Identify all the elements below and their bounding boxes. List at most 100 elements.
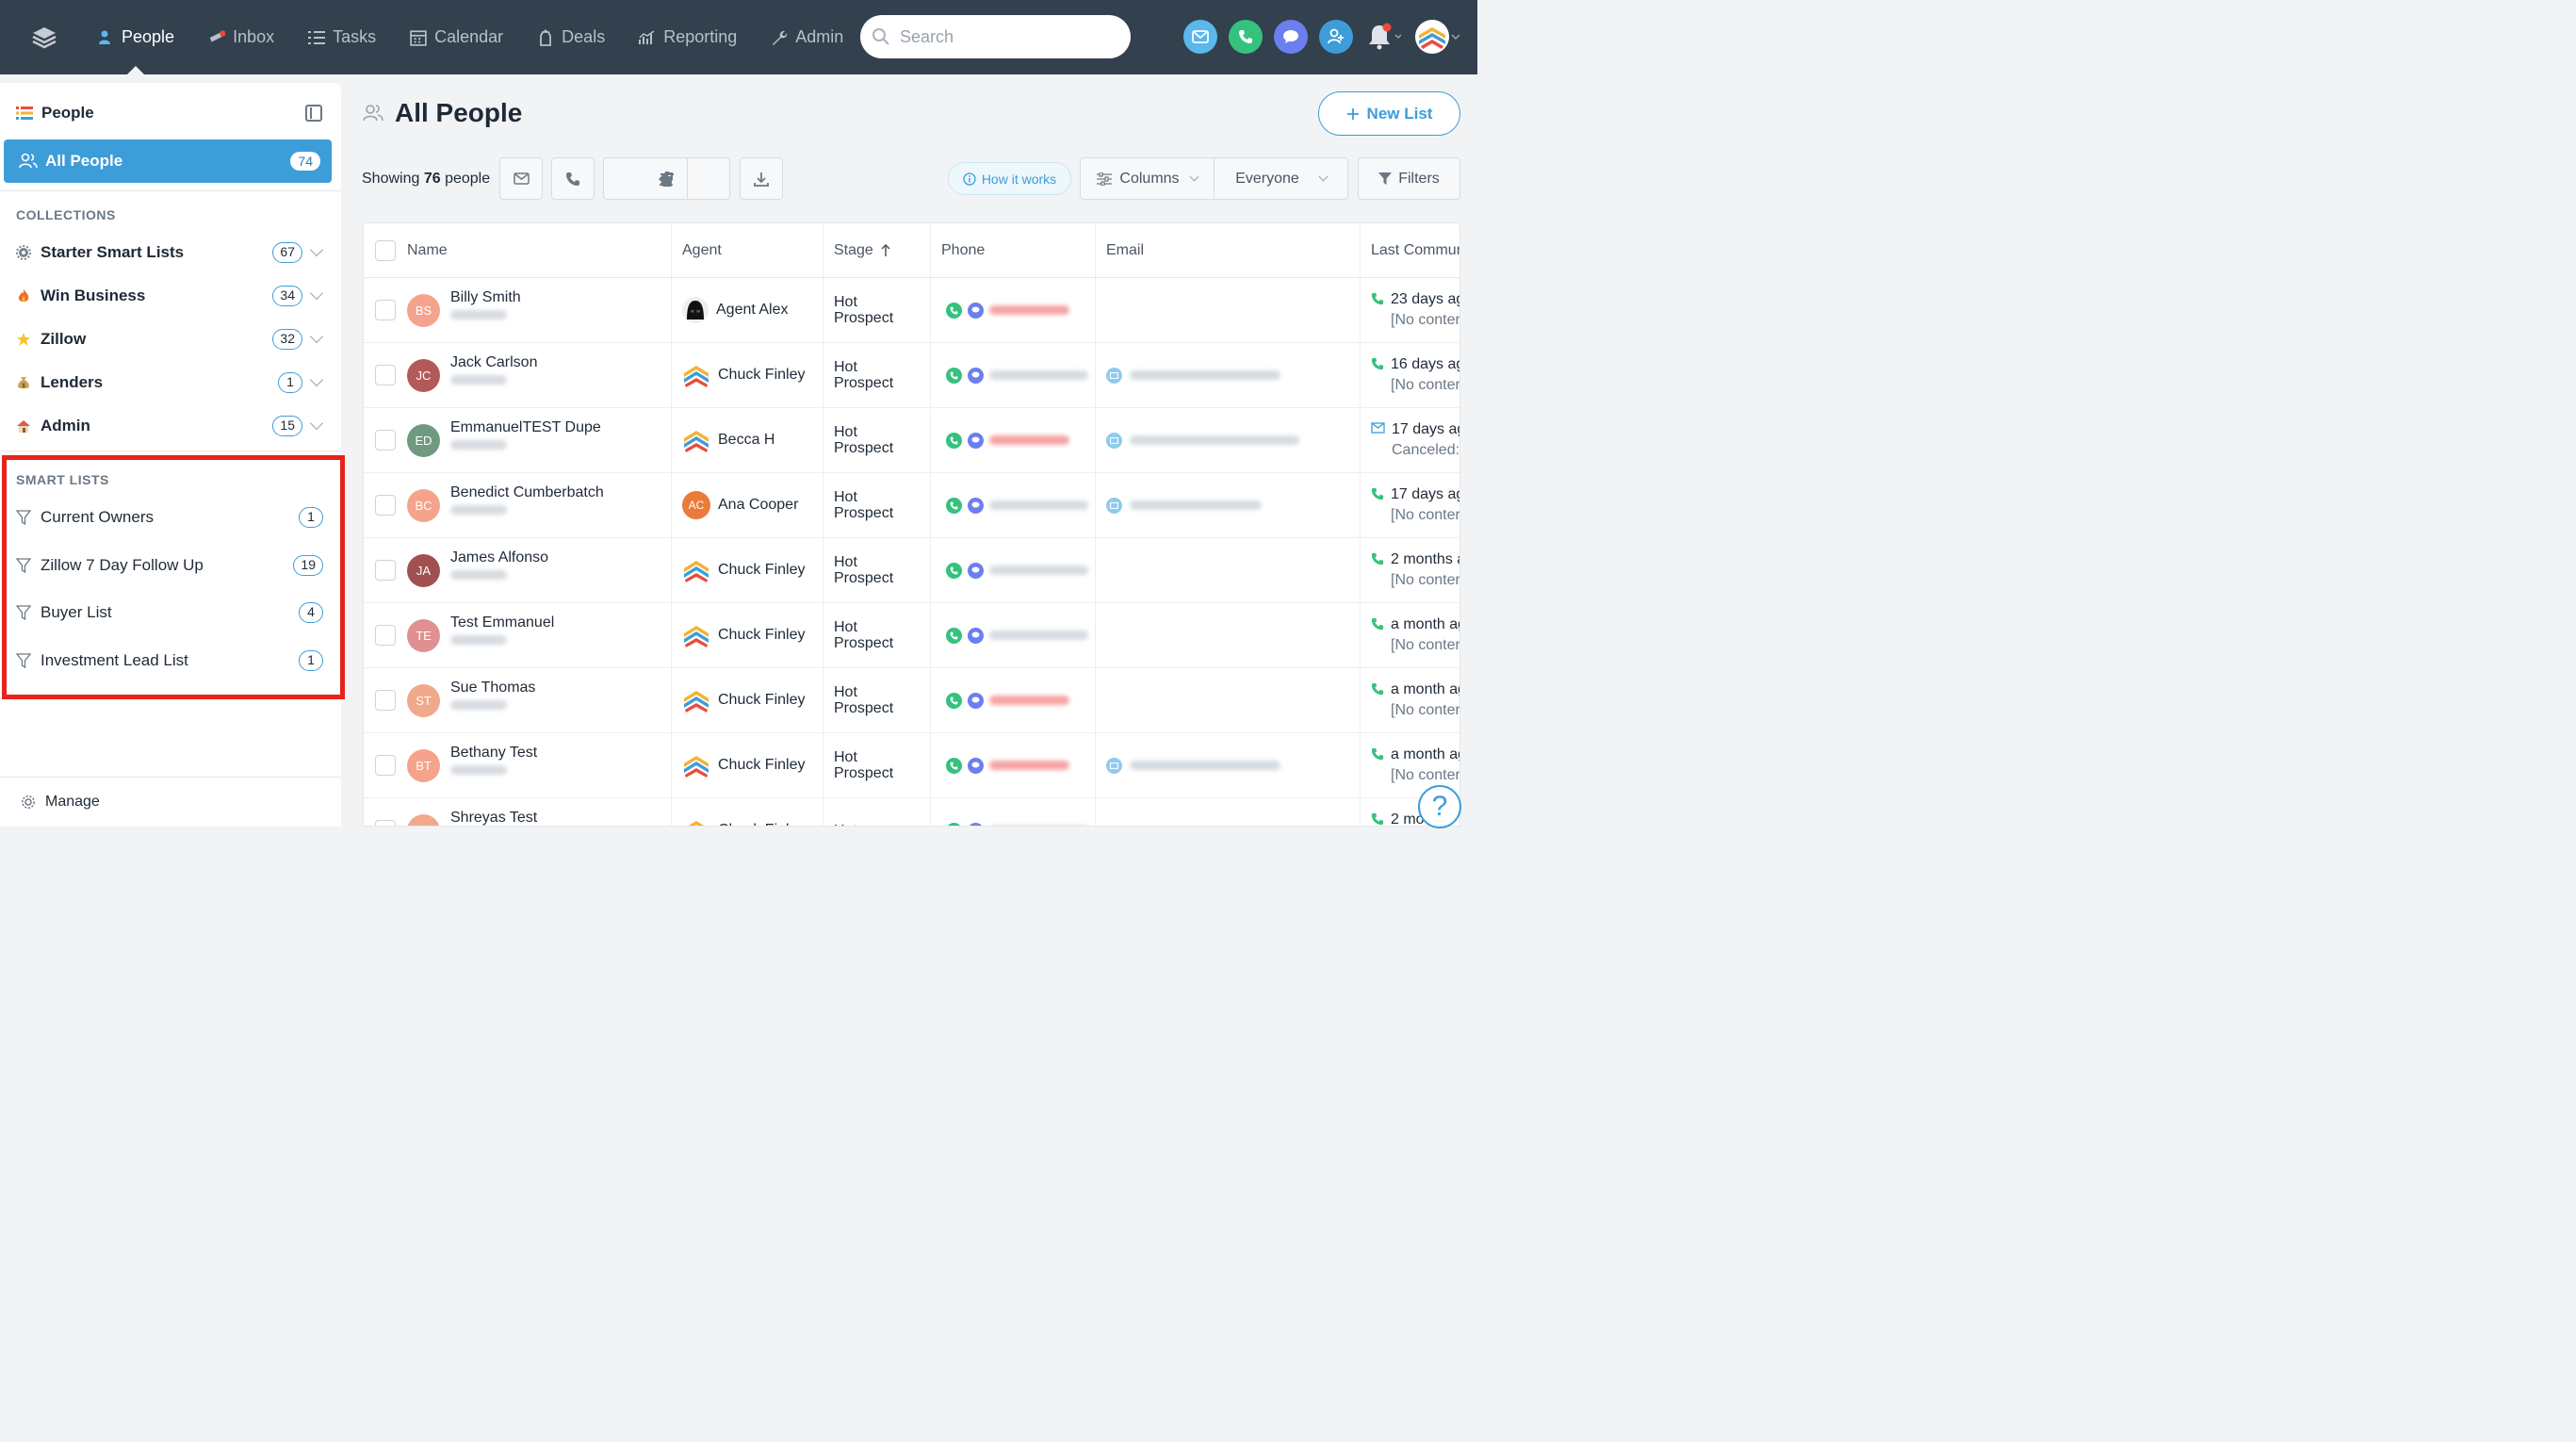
table-row[interactable]: BS Billy Smith Agent Alex Hot Prospect 23 day… <box>364 278 1459 343</box>
nav-tasks[interactable]: Tasks <box>291 0 393 74</box>
row-checkbox[interactable] <box>375 408 396 472</box>
table-row[interactable]: ST Shreyas Test Chuck Finley Hot 2 mo <box>364 798 1459 827</box>
phone-cell[interactable] <box>946 668 1069 732</box>
text-message-icon[interactable] <box>968 562 984 579</box>
person-name[interactable]: Jack Carlson <box>450 353 537 372</box>
stage-cell[interactable]: Hot Prospect <box>834 603 893 667</box>
person-cell[interactable]: BS Billy Smith <box>407 278 521 342</box>
person-name[interactable]: EmmanuelTEST Dupe <box>450 418 601 437</box>
nav-people[interactable]: People <box>80 0 191 74</box>
chevron-down-icon[interactable] <box>309 242 324 257</box>
user-avatar[interactable] <box>1415 20 1449 54</box>
collection-admin[interactable]: Admin 15 <box>16 407 327 445</box>
email-cell[interactable] <box>1106 408 1299 472</box>
stage-cell[interactable]: Hot Prospect <box>834 343 893 407</box>
user-menu-chevron-icon[interactable] <box>1451 33 1460 41</box>
phone-cell[interactable] <box>946 603 1088 667</box>
bulk-call-button[interactable] <box>551 157 595 200</box>
stage-cell[interactable]: Hot Prospect <box>834 278 893 342</box>
email-cell[interactable] <box>1106 343 1280 407</box>
text-message-icon[interactable] <box>968 757 984 774</box>
table-row[interactable]: TE Test Emmanuel Chuck Finley Hot Prospect a … <box>364 603 1459 668</box>
column-header-email[interactable]: Email <box>1106 223 1144 278</box>
collapse-sidebar-icon[interactable] <box>305 105 322 122</box>
text-message-icon[interactable] <box>968 302 984 319</box>
stage-cell[interactable]: Hot <box>834 798 857 827</box>
table-row[interactable]: JC Jack Carlson Chuck Finley Hot Prospect 16 … <box>364 343 1459 408</box>
row-checkbox[interactable] <box>375 668 396 732</box>
column-header-name[interactable]: Name <box>407 223 448 278</box>
phone-cell[interactable] <box>946 343 1088 407</box>
filters-button[interactable]: Filters <box>1358 157 1460 200</box>
stage-cell[interactable]: Hot Prospect <box>834 538 893 602</box>
person-name[interactable]: Test Emmanuel <box>450 614 554 632</box>
row-checkbox[interactable] <box>375 343 396 407</box>
column-header-phone[interactable]: Phone <box>941 223 985 278</box>
phone-cell[interactable] <box>946 538 1088 602</box>
chevron-down-icon[interactable] <box>309 372 324 387</box>
manage-button[interactable]: Manage <box>0 777 341 827</box>
call-icon[interactable] <box>946 562 962 579</box>
text-message-icon[interactable] <box>968 432 984 449</box>
row-checkbox[interactable] <box>375 473 396 537</box>
person-cell[interactable]: BT Bethany Test <box>407 733 537 797</box>
last-communication-cell[interactable]: 17 days ag Canceled: <box>1371 408 1459 472</box>
chevron-down-icon[interactable] <box>309 416 324 431</box>
person-cell[interactable]: ST Shreyas Test <box>407 798 537 826</box>
call-icon[interactable] <box>946 822 962 826</box>
person-cell[interactable]: BC Benedict Cumberbatch <box>407 473 604 537</box>
person-cell[interactable]: JA James Alfonso <box>407 538 548 602</box>
app-logo-icon[interactable] <box>25 24 63 52</box>
person-cell[interactable]: ST Sue Thomas <box>407 668 535 732</box>
bulk-email-button[interactable] <box>499 157 543 200</box>
quick-chat-button[interactable] <box>1274 20 1308 54</box>
nav-admin[interactable]: Admin <box>754 0 860 74</box>
quick-add-person-button[interactable] <box>1319 20 1353 54</box>
table-row[interactable]: JA James Alfonso Chuck Finley Hot Prospect 2 … <box>364 538 1459 603</box>
last-communication-cell[interactable]: a month ag [No conter <box>1371 603 1459 667</box>
last-communication-cell[interactable]: 2 mo <box>1371 798 1425 826</box>
collection-lenders[interactable]: $ Lenders 1 <box>16 364 327 401</box>
column-header-stage[interactable]: Stage <box>834 223 890 278</box>
delete-button[interactable] <box>646 158 688 199</box>
phone-cell[interactable] <box>946 473 1088 537</box>
everyone-dropdown[interactable]: Everyone <box>1215 158 1347 199</box>
export-button[interactable] <box>740 157 783 200</box>
agent-cell[interactable]: Chuck Finley <box>682 798 805 826</box>
agent-cell[interactable]: Chuck Finley <box>682 668 805 732</box>
person-name[interactable]: Billy Smith <box>450 288 521 307</box>
call-icon[interactable] <box>946 497 962 514</box>
row-checkbox[interactable] <box>375 278 396 342</box>
nav-inbox[interactable]: Inbox <box>191 0 291 74</box>
person-name[interactable]: James Alfonso <box>450 549 548 567</box>
text-message-icon[interactable] <box>968 367 984 384</box>
person-name[interactable]: Benedict Cumberbatch <box>450 483 604 502</box>
text-message-icon[interactable] <box>968 692 984 709</box>
agent-cell[interactable]: Chuck Finley <box>682 343 805 407</box>
phone-cell[interactable] <box>946 278 1069 342</box>
agent-cell[interactable]: Chuck Finley <box>682 538 805 602</box>
text-message-icon[interactable] <box>968 497 984 514</box>
call-icon[interactable] <box>946 302 962 319</box>
notifications-button[interactable] <box>1366 23 1404 56</box>
call-icon[interactable] <box>946 692 962 709</box>
call-icon[interactable] <box>946 757 962 774</box>
stage-cell[interactable]: Hot Prospect <box>834 473 893 537</box>
nav-deals[interactable]: Deals <box>520 0 622 74</box>
phone-cell[interactable] <box>946 733 1069 797</box>
last-communication-cell[interactable]: 17 days ag [No conter <box>1371 473 1459 537</box>
table-row[interactable]: ED EmmanuelTEST Dupe Becca H Hot Prospect 17 … <box>364 408 1459 473</box>
call-icon[interactable] <box>946 367 962 384</box>
row-checkbox[interactable] <box>375 733 396 797</box>
text-message-icon[interactable] <box>968 627 984 644</box>
nav-calendar[interactable]: Calendar <box>393 0 520 74</box>
sidebar-item-all-people[interactable]: All People 74 <box>4 139 332 183</box>
person-cell[interactable]: JC Jack Carlson <box>407 343 537 407</box>
agent-cell[interactable]: Agent Alex <box>682 278 789 342</box>
stage-cell[interactable]: Hot Prospect <box>834 668 893 732</box>
table-row[interactable]: BC Benedict Cumberbatch AC Ana Cooper Hot Pro… <box>364 473 1459 538</box>
row-checkbox[interactable] <box>375 538 396 602</box>
agent-cell[interactable]: Chuck Finley <box>682 733 805 797</box>
call-icon[interactable] <box>946 627 962 644</box>
new-list-button[interactable]: New List <box>1318 91 1460 136</box>
